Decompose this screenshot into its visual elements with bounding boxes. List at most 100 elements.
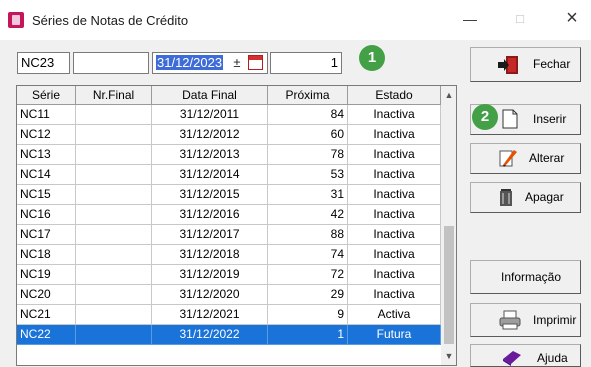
scroll-down-icon[interactable]: ▼ <box>441 347 456 365</box>
cell-proxima: 1 <box>268 325 348 345</box>
cell-nr-final <box>76 325 152 345</box>
table-row[interactable]: NC16 31/12/2016 42 Inactiva <box>17 205 441 225</box>
table-row[interactable]: NC22 31/12/2022 1 Futura <box>17 325 441 345</box>
cell-estado: Activa <box>348 305 441 325</box>
column-header-data-final[interactable]: Data Final <box>152 86 268 105</box>
cell-estado: Inactiva <box>348 125 441 145</box>
table-row[interactable]: NC13 31/12/2013 78 Inactiva <box>17 145 441 165</box>
close-button[interactable]: × <box>557 8 587 30</box>
blank-document-icon <box>502 109 518 129</box>
cell-serie: NC19 <box>17 265 76 285</box>
cell-estado: Inactiva <box>348 245 441 265</box>
ajuda-label: Ajuda <box>537 351 568 365</box>
cell-nr-final <box>76 125 152 145</box>
cell-serie: NC20 <box>17 285 76 305</box>
app-icon[interactable] <box>8 12 24 28</box>
table-row[interactable]: NC14 31/12/2014 53 Inactiva <box>17 165 441 185</box>
alterar-button[interactable]: Alterar <box>470 143 581 174</box>
cell-serie: NC18 <box>17 245 76 265</box>
cell-proxima: 42 <box>268 205 348 225</box>
cell-nr-final <box>76 245 152 265</box>
cell-nr-final <box>76 185 152 205</box>
table-row[interactable]: NC11 31/12/2011 84 Inactiva <box>17 105 441 125</box>
scroll-thumb[interactable] <box>444 226 454 344</box>
data-final-value: 31/12/2023 <box>156 55 224 70</box>
cell-data-final: 31/12/2020 <box>152 285 268 305</box>
cell-serie: NC12 <box>17 125 76 145</box>
column-header-nr-final[interactable]: Nr.Final <box>76 86 152 105</box>
cell-data-final: 31/12/2011 <box>152 105 268 125</box>
cell-proxima: 9 <box>268 305 348 325</box>
cell-proxima: 74 <box>268 245 348 265</box>
scroll-up-icon[interactable]: ▲ <box>441 86 456 104</box>
cell-data-final: 31/12/2021 <box>152 305 268 325</box>
table-row[interactable]: NC15 31/12/2015 31 Inactiva <box>17 185 441 205</box>
nr-final-input[interactable] <box>73 52 149 74</box>
cell-serie: NC17 <box>17 225 76 245</box>
printer-icon <box>499 310 521 330</box>
table-row[interactable]: NC19 31/12/2019 72 Inactiva <box>17 265 441 285</box>
cell-data-final: 31/12/2019 <box>152 265 268 285</box>
window-title: Séries de Notas de Crédito <box>32 13 189 28</box>
cell-estado: Inactiva <box>348 225 441 245</box>
column-header-serie[interactable]: Série <box>17 86 76 105</box>
column-header-proxima[interactable]: Próxima <box>268 86 348 105</box>
calendar-icon[interactable] <box>248 55 263 70</box>
cell-proxima: 78 <box>268 145 348 165</box>
table-row[interactable]: NC17 31/12/2017 88 Inactiva <box>17 225 441 245</box>
apagar-label: Apagar <box>525 190 564 204</box>
cell-nr-final <box>76 285 152 305</box>
cell-proxima: 29 <box>268 285 348 305</box>
cell-data-final: 31/12/2015 <box>152 185 268 205</box>
cell-serie: NC21 <box>17 305 76 325</box>
imprimir-button[interactable]: Imprimir <box>470 303 581 337</box>
cell-nr-final <box>76 205 152 225</box>
cell-estado: Inactiva <box>348 265 441 285</box>
callout-badge-1: 1 <box>359 45 385 71</box>
minimize-button[interactable]: — <box>455 8 485 30</box>
cell-proxima: 31 <box>268 185 348 205</box>
cell-serie: NC14 <box>17 165 76 185</box>
table-row[interactable]: NC20 31/12/2020 29 Inactiva <box>17 285 441 305</box>
exit-door-icon <box>498 56 518 74</box>
date-spin-button[interactable]: ± <box>229 55 245 71</box>
cell-nr-final <box>76 305 152 325</box>
cell-nr-final <box>76 265 152 285</box>
table-row[interactable]: NC18 31/12/2018 74 Inactiva <box>17 245 441 265</box>
cell-proxima: 72 <box>268 265 348 285</box>
cell-data-final: 31/12/2013 <box>152 145 268 165</box>
cell-data-final: 31/12/2016 <box>152 205 268 225</box>
cell-proxima: 53 <box>268 165 348 185</box>
cell-data-final: 31/12/2018 <box>152 245 268 265</box>
cell-estado: Inactiva <box>348 185 441 205</box>
cell-nr-final <box>76 145 152 165</box>
informacao-label: Informação <box>501 270 562 284</box>
vertical-scrollbar[interactable]: ▲ ▼ <box>441 86 456 365</box>
maximize-button[interactable]: □ <box>505 8 535 30</box>
apagar-button[interactable]: Apagar <box>470 182 581 213</box>
cell-data-final: 31/12/2012 <box>152 125 268 145</box>
column-header-estado[interactable]: Estado <box>348 86 441 105</box>
pencil-edit-icon <box>499 150 517 167</box>
proxima-input[interactable]: 1 <box>270 52 342 74</box>
informacao-button[interactable]: Informação <box>470 260 581 294</box>
trash-can-icon <box>500 189 512 206</box>
cell-estado: Inactiva <box>348 105 441 125</box>
cell-estado: Inactiva <box>348 285 441 305</box>
table-row[interactable]: NC21 31/12/2021 9 Activa <box>17 305 441 325</box>
cell-estado: Inactiva <box>348 205 441 225</box>
help-book-icon <box>503 351 521 366</box>
cell-serie: NC16 <box>17 205 76 225</box>
serie-input[interactable]: NC23 <box>17 52 70 74</box>
ajuda-button[interactable]: Ajuda <box>470 344 581 367</box>
cell-proxima: 88 <box>268 225 348 245</box>
table-row[interactable]: NC12 31/12/2012 60 Inactiva <box>17 125 441 145</box>
cell-nr-final <box>76 165 152 185</box>
fechar-button[interactable]: Fechar <box>470 47 581 82</box>
cell-data-final: 31/12/2022 <box>152 325 268 345</box>
series-table[interactable]: Série Nr.Final Data Final Próxima Estado… <box>16 85 457 366</box>
callout-badge-2: 2 <box>472 104 498 130</box>
cell-serie: NC13 <box>17 145 76 165</box>
cell-proxima: 84 <box>268 105 348 125</box>
title-bar: Séries de Notas de Crédito — □ × <box>0 0 591 40</box>
